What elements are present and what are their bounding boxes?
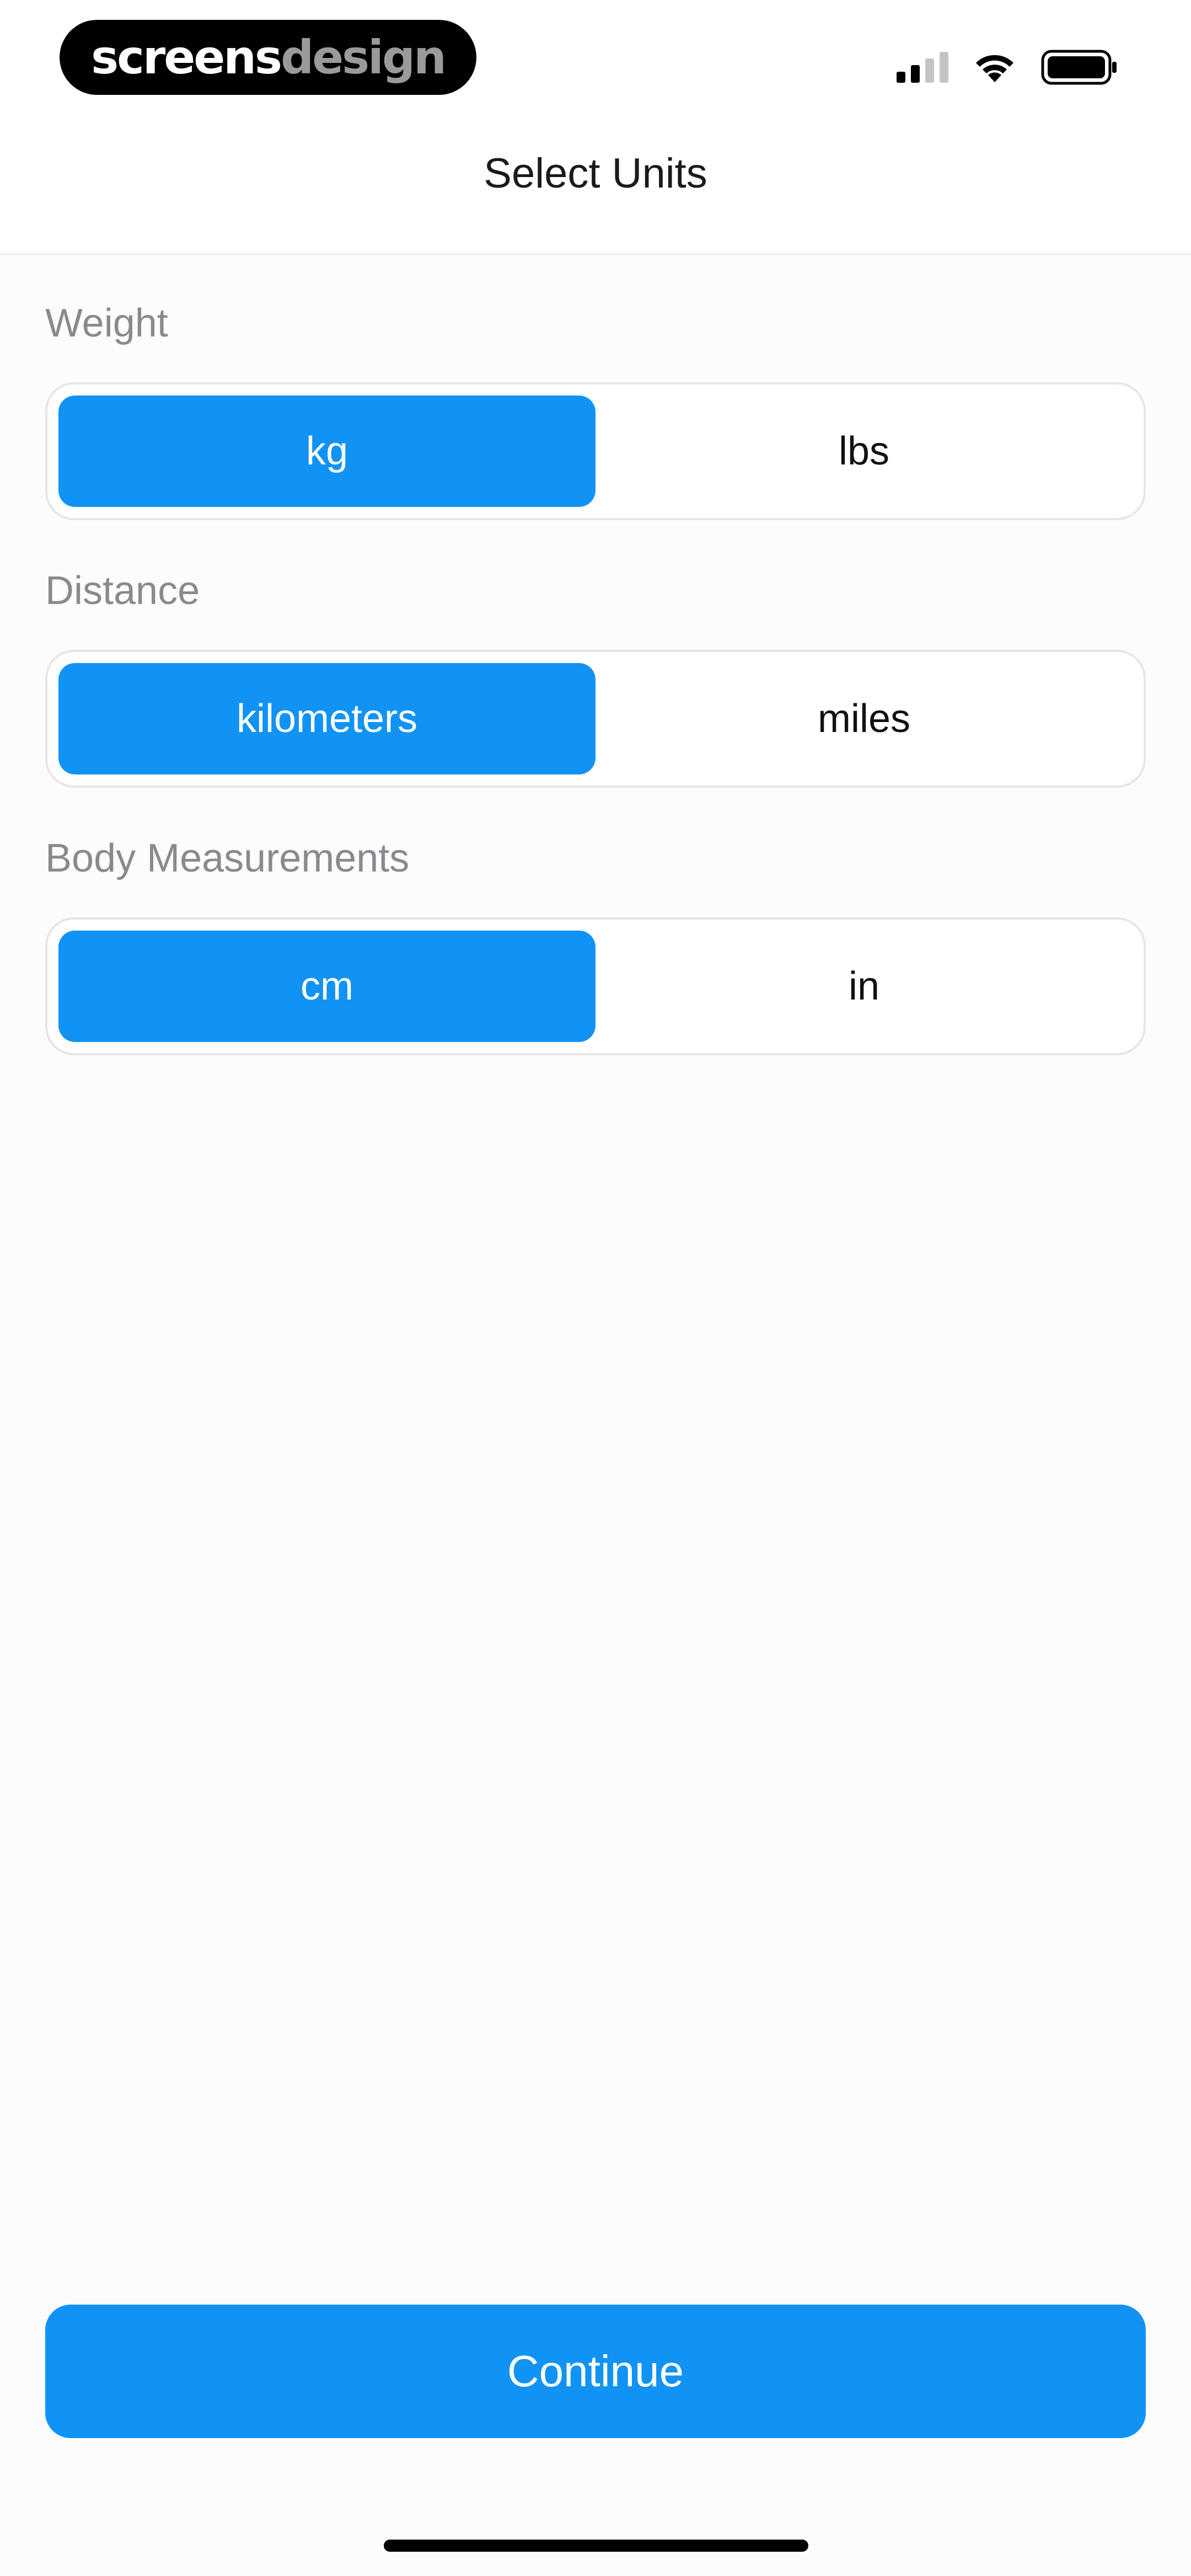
home-indicator[interactable] [384, 2540, 808, 2552]
cellular-signal-icon [897, 52, 948, 83]
weight-option-lbs[interactable]: lbs [596, 396, 1133, 507]
body-measurements-option-in[interactable]: in [596, 931, 1133, 1042]
distance-section-label: Distance [45, 569, 200, 613]
distance-option-kilometers[interactable]: kilometers [58, 663, 596, 774]
status-icons [897, 47, 1118, 87]
weight-unit-selector: kg lbs [45, 382, 1146, 520]
distance-option-miles[interactable]: miles [596, 663, 1133, 774]
brand-logo-text-primary: screens [91, 30, 282, 84]
weight-section-label: Weight [45, 301, 168, 345]
distance-unit-selector: kilometers miles [45, 650, 1146, 788]
body-measurements-unit-selector: cm in [45, 917, 1146, 1055]
brand-logo-text-secondary: design [281, 30, 447, 84]
nav-header: Select Units [0, 127, 1191, 255]
weight-option-kg[interactable]: kg [58, 396, 596, 507]
page-title: Select Units [484, 150, 707, 197]
wifi-icon [973, 51, 1017, 83]
body-measurements-option-cm[interactable]: cm [58, 931, 596, 1042]
brand-logo: screens design [60, 20, 476, 95]
body-measurements-section-label: Body Measurements [45, 836, 410, 880]
continue-button[interactable]: Continue [45, 2305, 1146, 2438]
app-screen: screens design Select Units Weight kg lb… [0, 0, 1191, 2576]
status-bar: screens design [0, 0, 1191, 127]
battery-icon [1041, 50, 1118, 85]
